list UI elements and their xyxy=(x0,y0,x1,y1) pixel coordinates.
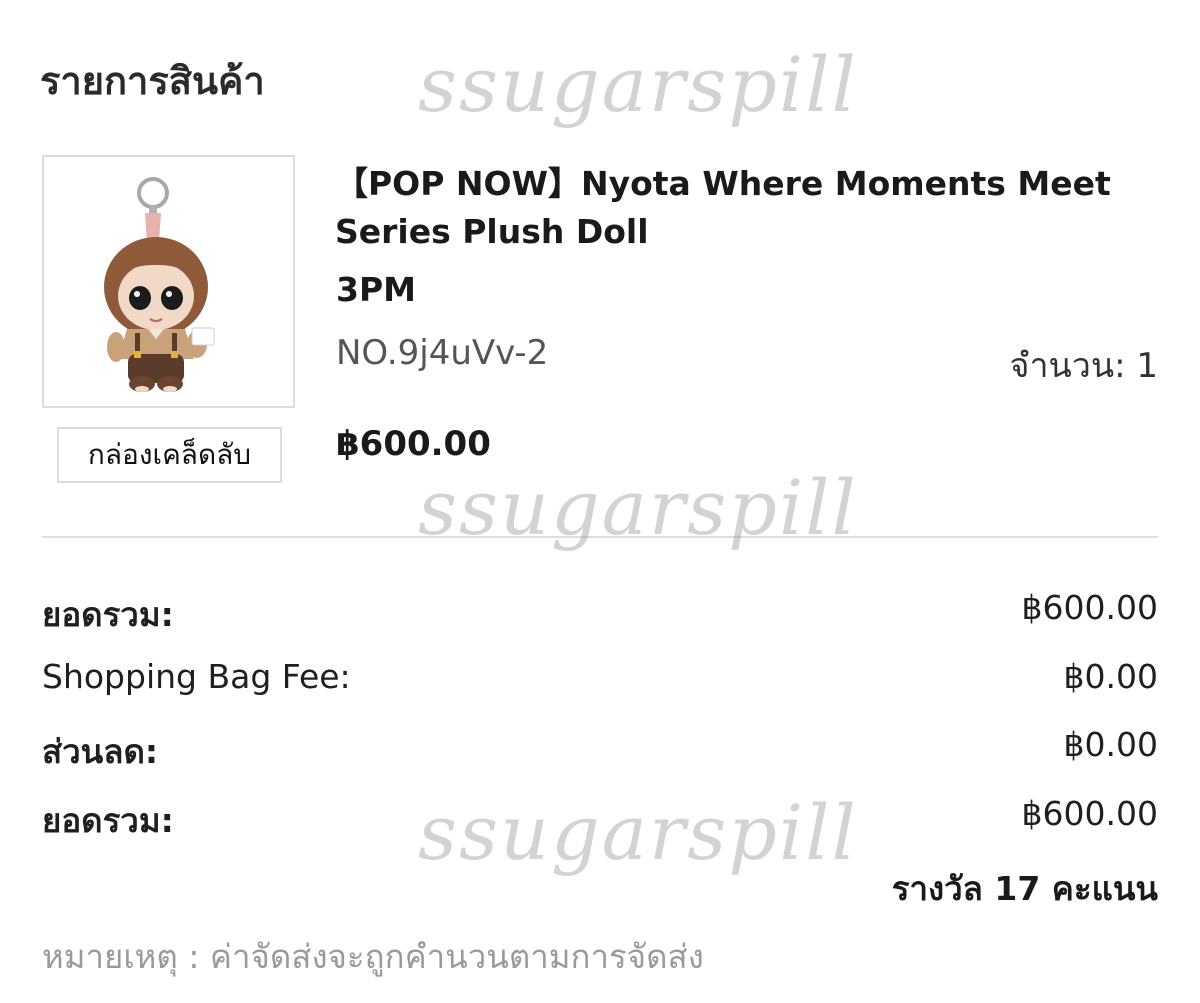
subtotal-label: ยอดรวม: xyxy=(42,595,174,634)
discount-label: ส่วนลด: xyxy=(42,732,159,771)
watermark: ssugarspill xyxy=(418,40,858,129)
subtotal-value: ฿600.00 xyxy=(1021,588,1158,627)
bag-fee-label: Shopping Bag Fee: xyxy=(42,657,351,696)
section-title: รายการสินค้า xyxy=(40,59,265,103)
product-image[interactable] xyxy=(42,155,295,408)
bag-fee-row: Shopping Bag Fee: ฿0.00 xyxy=(42,657,1158,707)
total-label: ยอดรวม: xyxy=(42,801,174,840)
plush-doll-image xyxy=(104,177,215,392)
mystery-box-button[interactable]: กล่องเคล็ดลับ xyxy=(57,427,282,483)
subtotal-row: ยอดรวม: ฿600.00 xyxy=(42,588,1158,638)
product-variant: 3PM xyxy=(336,270,416,309)
shipping-note: หมายเหตุ : ค่าจัดส่งจะถูกคำนวนตามการจัดส… xyxy=(42,937,704,976)
product-price: ฿600.00 xyxy=(336,424,491,464)
discount-value: ฿0.00 xyxy=(1063,725,1158,764)
divider xyxy=(42,536,1158,538)
discount-row: ส่วนลด: ฿0.00 xyxy=(42,725,1158,775)
total-value: ฿600.00 xyxy=(1021,794,1158,833)
quantity-label: จำนวน: 1 xyxy=(1009,346,1158,386)
watermark: ssugarspill xyxy=(418,463,858,552)
product-code: NO.9j4uVv-2 xyxy=(336,333,549,373)
product-name[interactable]: 【POP NOW】Nyota Where Moments Meet Series… xyxy=(335,160,1135,256)
total-row: ยอดรวม: ฿600.00 xyxy=(42,794,1158,844)
bag-fee-value: ฿0.00 xyxy=(1063,657,1158,696)
reward-points: รางวัล 17 คะแนน xyxy=(891,869,1158,908)
